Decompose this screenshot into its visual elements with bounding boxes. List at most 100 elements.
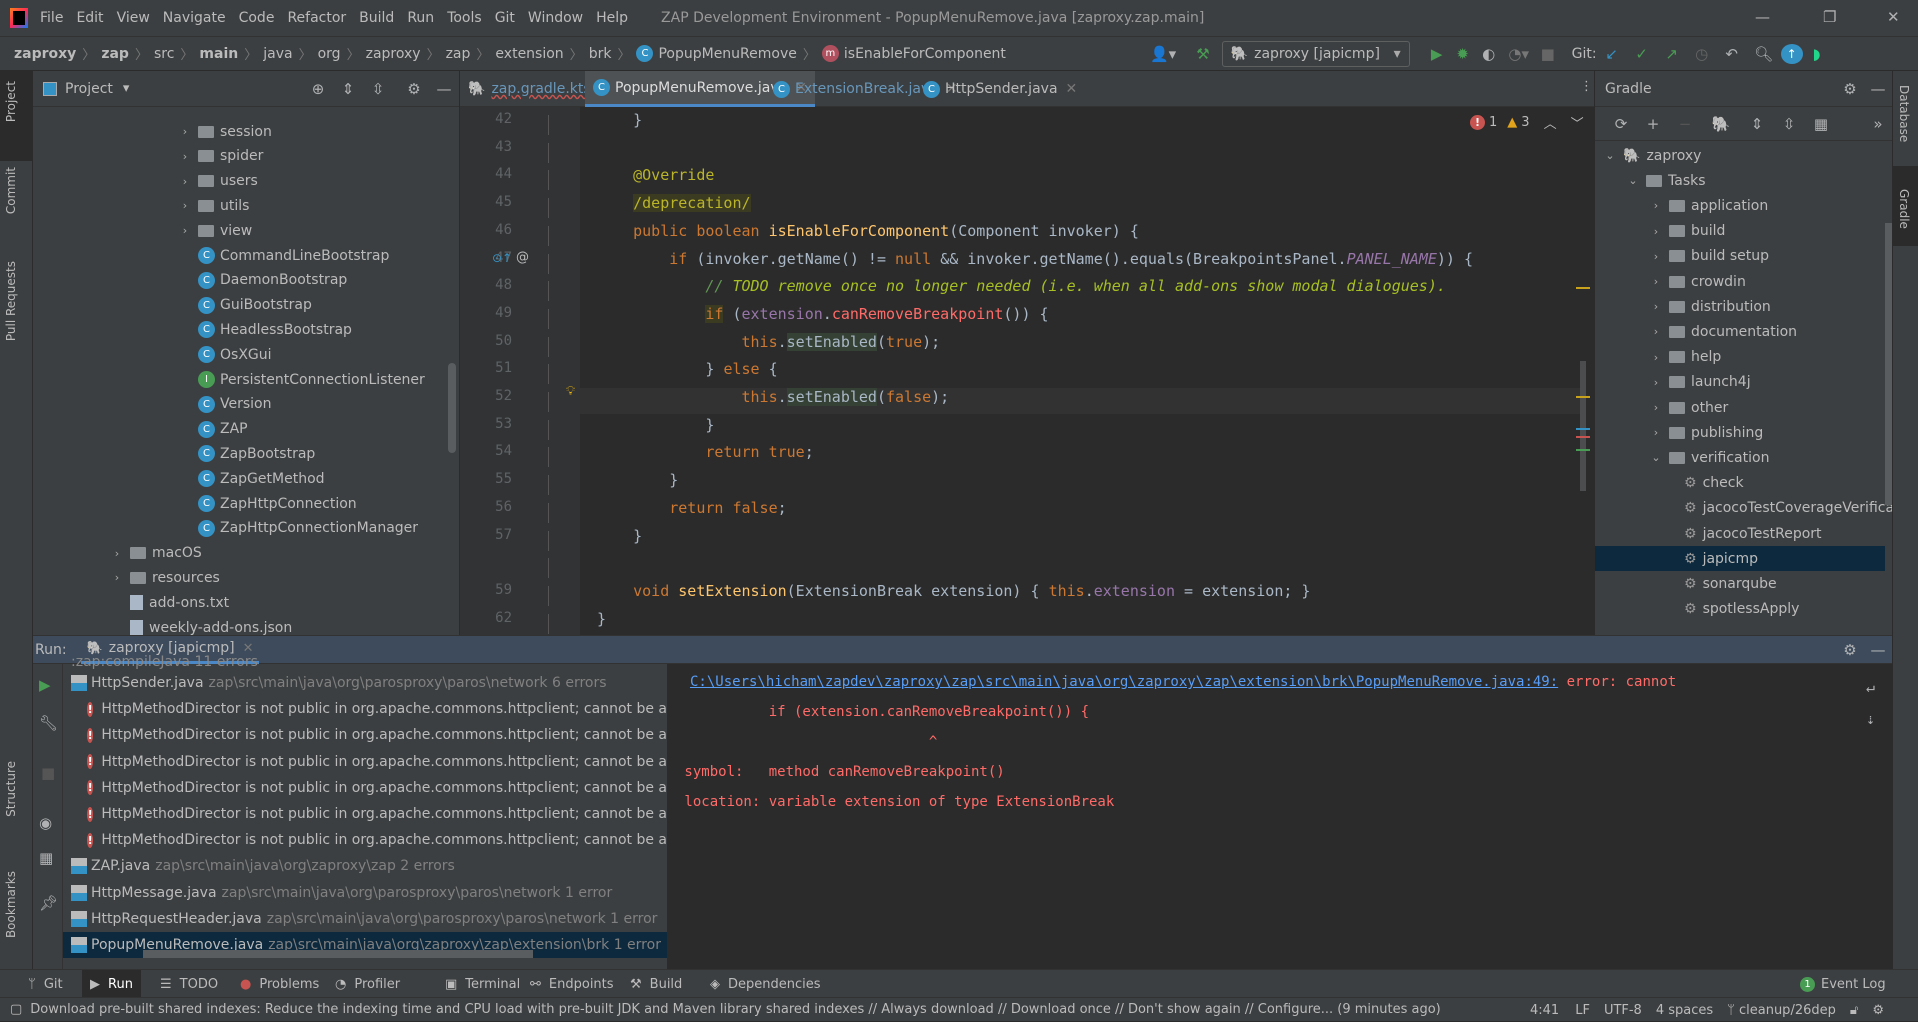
error-message-row[interactable]: ! HttpMethodDirector is not public in org… <box>87 749 667 775</box>
tree-item[interactable]: C ZapHttpConnection <box>178 491 357 516</box>
previous-highlight-icon[interactable]: ︿ <box>1544 113 1557 132</box>
status-toggle-icon[interactable]: ▢ <box>10 1002 22 1017</box>
expand-all-icon[interactable]: ⇕ <box>333 80 363 98</box>
error-message-row[interactable]: ! HttpMethodDirector is not public in org… <box>87 827 667 853</box>
tree-item[interactable]: › view <box>178 218 252 243</box>
chevron-right-icon[interactable]: › <box>1649 300 1663 313</box>
group-modules-icon[interactable]: ▦ <box>1805 115 1837 133</box>
chevron-down-icon[interactable]: ⌄ <box>1649 451 1663 464</box>
code-line[interactable]: } <box>597 610 606 628</box>
project-panel-title[interactable]: Project <box>65 81 113 97</box>
user-icon[interactable]: 👤▾ <box>1150 45 1176 63</box>
chevron-right-icon[interactable]: › <box>1649 351 1663 364</box>
debug-icon[interactable]: ✹ <box>1450 45 1476 63</box>
code-line[interactable]: return true; <box>597 443 813 461</box>
breadcrumb-item[interactable]: extension <box>495 46 563 62</box>
tree-item[interactable]: C ZapBootstrap <box>178 441 315 466</box>
code-line[interactable]: } <box>597 111 642 129</box>
indent-setting[interactable]: 4 spaces <box>1656 1003 1713 1018</box>
inspector-icon[interactable]: ⚙ <box>1872 1003 1884 1018</box>
rerun-icon[interactable]: ▶ <box>39 676 51 694</box>
code-line[interactable]: if (invoker.getName() != null && invoker… <box>597 250 1473 268</box>
error-file-row[interactable]: ZAP.java zap\src\main\java\org\zaproxy\za… <box>63 853 667 879</box>
tool-tab-profiler[interactable]: ◔ Profiler <box>335 970 400 998</box>
run-icon[interactable]: ▶ <box>1424 45 1450 63</box>
tree-item[interactable]: C ZAP <box>178 417 248 442</box>
code-line[interactable]: } else { <box>597 360 777 378</box>
tool-tab-endpoints[interactable]: ⚯ Endpoints <box>530 970 614 998</box>
gradle-tree-item[interactable]: ⚙ japicmp <box>1672 546 1758 571</box>
inspection-widget[interactable]: ! 1 ▲ 3 ︿ ﹀ <box>1470 113 1584 132</box>
hide-icon[interactable]: — <box>1864 641 1892 659</box>
code-line[interactable]: if (extension.canRemoveBreakpoint()) { <box>597 304 1049 323</box>
add-icon[interactable]: + <box>1637 115 1669 133</box>
tree-item[interactable]: C Version <box>178 392 271 417</box>
commit-tool-tab[interactable]: Commit <box>4 167 18 214</box>
code-line[interactable]: void setExtension(ExtensionBreak extensi… <box>597 582 1310 600</box>
file-encoding[interactable]: UTF-8 <box>1604 1003 1642 1018</box>
breadcrumb-method[interactable]: isEnableForComponent <box>844 46 1006 62</box>
wrench-icon[interactable]: 🔧︎ <box>39 714 58 732</box>
stop-icon[interactable]: ■ <box>1536 45 1560 63</box>
gradle-tree-item[interactable]: ⌄ verification <box>1649 445 1769 470</box>
tree-item[interactable]: › spider <box>178 144 264 169</box>
tool-tab-todo[interactable]: ☰ TODO <box>160 970 218 998</box>
chevron-right-icon[interactable]: › <box>1649 199 1663 212</box>
chevron-right-icon[interactable]: › <box>1649 426 1663 439</box>
layout-icon[interactable]: ▦ <box>39 849 53 867</box>
menu-tools[interactable]: Tools <box>447 10 482 26</box>
collapse-all-icon[interactable]: ⇳ <box>1773 115 1805 133</box>
gradle-tree-item[interactable]: › publishing <box>1649 420 1763 445</box>
chevron-down-icon[interactable]: ▾ <box>123 81 130 96</box>
breadcrumb-item[interactable]: zap <box>101 46 129 62</box>
breadcrumb-item[interactable]: org <box>318 46 341 62</box>
gradle-tree-item[interactable]: ⚙ check <box>1672 471 1744 496</box>
gradle-tool-tab[interactable]: Gradle <box>1897 189 1911 229</box>
code-line[interactable]: } <box>597 527 642 545</box>
menu-run[interactable]: Run <box>407 10 434 26</box>
pull-requests-tool-tab[interactable]: Pull Requests <box>4 261 18 341</box>
code-line[interactable]: /deprecation/ <box>597 194 751 213</box>
tree-item[interactable]: C CommandLineBootstrap <box>178 243 389 268</box>
project-tool-tab[interactable]: Project <box>4 81 18 122</box>
menu-refactor[interactable]: Refactor <box>287 10 346 26</box>
git-branch[interactable]: cleanup/26dep <box>1739 1003 1836 1018</box>
error-file-row[interactable]: HttpMessage.java zap\src\main\java\org\pa… <box>63 880 667 906</box>
structure-tool-tab[interactable]: Structure <box>4 761 18 817</box>
tool-tab-problems[interactable]: ● Problems <box>240 970 319 998</box>
gradle-tree-item[interactable]: › help <box>1649 345 1721 370</box>
tab-httpsender-java[interactable]: C HttpSender.java ✕ <box>915 71 1085 107</box>
git-update-icon[interactable]: ↙ <box>1597 45 1627 63</box>
hide-icon[interactable]: — <box>1864 80 1892 98</box>
tool-tab-dependencies[interactable]: ◈ Dependencies <box>710 970 821 998</box>
minimize-icon[interactable]: — <box>1755 8 1770 26</box>
hide-icon[interactable]: — <box>429 80 459 98</box>
code-line[interactable]: this.setEnabled(false); <box>597 388 949 406</box>
soft-wrap-icon[interactable]: ↵ <box>1866 678 1875 696</box>
menu-code[interactable]: Code <box>239 10 275 26</box>
scrollbar[interactable] <box>1885 223 1892 505</box>
gear-icon[interactable]: ⚙ <box>399 80 429 98</box>
chevron-down-icon[interactable]: ⌄ <box>1603 149 1617 162</box>
build-hammer-icon[interactable]: ⚒ <box>1196 45 1209 63</box>
database-tool-tab[interactable]: Database <box>1897 85 1911 142</box>
scrollbar[interactable] <box>448 363 456 453</box>
code-line[interactable]: @Override <box>597 166 714 184</box>
code-line[interactable]: this.setEnabled(true); <box>597 332 940 351</box>
gradle-tree-item[interactable]: ⚙ jacocoTestCoverageVerification <box>1672 496 1918 521</box>
menu-edit[interactable]: Edit <box>76 10 103 26</box>
run-config-select[interactable]: 🐘 zaproxy [japicmp] ▾ <box>1221 41 1410 67</box>
menu-window[interactable]: Window <box>528 10 583 26</box>
code-line[interactable]: // TODO remove once no longer needed (i.… <box>597 277 1446 295</box>
collapse-all-icon[interactable]: ⇳ <box>363 80 393 98</box>
error-message-row[interactable]: ! HttpMethodDirector is not public in org… <box>87 775 667 801</box>
gradle-tree-item[interactable]: ⚙ sonarqube <box>1672 571 1777 596</box>
code-line[interactable]: return false; <box>597 499 786 517</box>
menu-view[interactable]: View <box>117 10 150 26</box>
breadcrumb-item[interactable]: main <box>199 46 238 62</box>
pin-icon[interactable]: 📌︎ <box>39 894 58 912</box>
caret-position[interactable]: 4:41 <box>1530 1003 1559 1018</box>
gradle-tree-item[interactable]: ⚙ jacocoTestReport <box>1672 521 1822 546</box>
tree-item[interactable]: C DaemonBootstrap <box>178 268 347 293</box>
chevron-right-icon[interactable]: › <box>1649 275 1663 288</box>
